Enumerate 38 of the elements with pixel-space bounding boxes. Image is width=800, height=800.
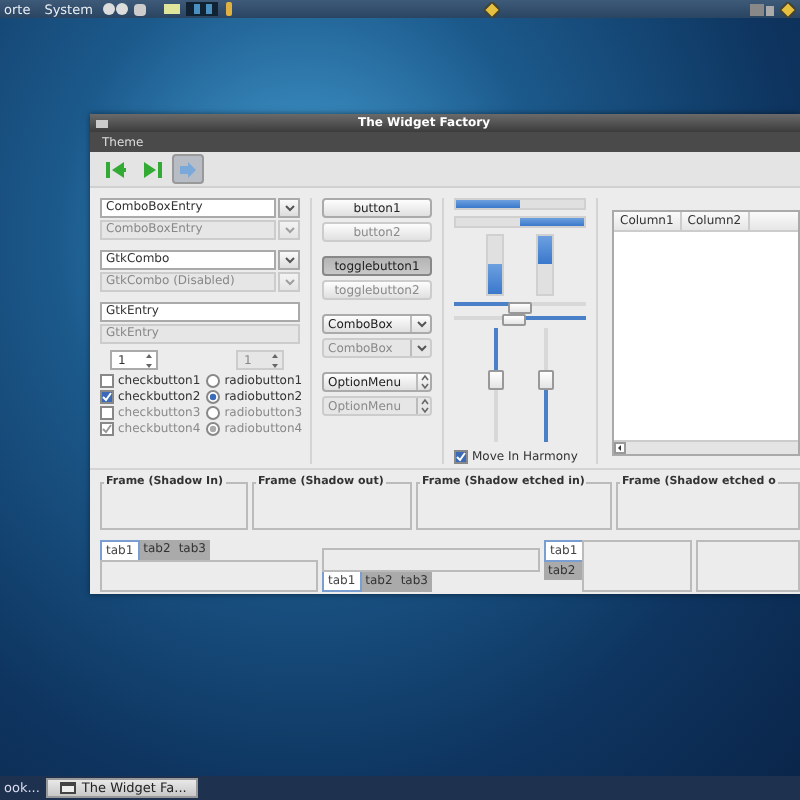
spin-arrows-icon [144, 351, 154, 369]
dropdown-button[interactable] [278, 198, 300, 218]
window-menu-icon[interactable] [96, 119, 108, 127]
diamond-icon[interactable] [484, 1, 501, 17]
horizontal-scrollbar[interactable] [614, 440, 798, 454]
spin-arrows-icon [270, 351, 280, 369]
slider-handle[interactable] [501, 314, 526, 327]
window-icon [59, 782, 76, 794]
radio-selected-icon [206, 422, 221, 436]
slider[interactable] [537, 328, 553, 442]
radio-selected-icon [206, 390, 221, 404]
up-down-icon [420, 374, 430, 390]
slider-handle[interactable] [487, 369, 503, 390]
slider-handle[interactable] [537, 369, 553, 390]
slider[interactable] [487, 328, 503, 442]
diamond-icon[interactable] [780, 1, 797, 17]
dropdown-button[interactable] [278, 250, 300, 270]
checkbox-checked-icon [100, 422, 114, 436]
radio-icon [206, 406, 221, 420]
first-arrow-icon [104, 159, 128, 179]
tab-page [696, 540, 800, 592]
last-arrow-icon [140, 159, 164, 179]
slider-handle[interactable] [508, 301, 532, 313]
checkbox-checked-icon [100, 390, 114, 404]
tab-page [581, 540, 692, 592]
radio-icon [206, 374, 221, 388]
checkbox-checked-icon [454, 450, 468, 464]
slider[interactable] [454, 301, 586, 309]
checkbox-icon [100, 406, 114, 420]
slider[interactable] [454, 314, 586, 322]
jump-arrow-icon [176, 159, 200, 179]
notes-icon[interactable] [164, 4, 181, 14]
figure-icon[interactable] [224, 2, 235, 16]
tray-icon[interactable] [750, 3, 775, 15]
up-down-icon [420, 398, 430, 414]
checkbox-icon [100, 374, 114, 388]
scroll-left-icon [614, 442, 626, 454]
terminal-icon[interactable] [186, 2, 219, 16]
